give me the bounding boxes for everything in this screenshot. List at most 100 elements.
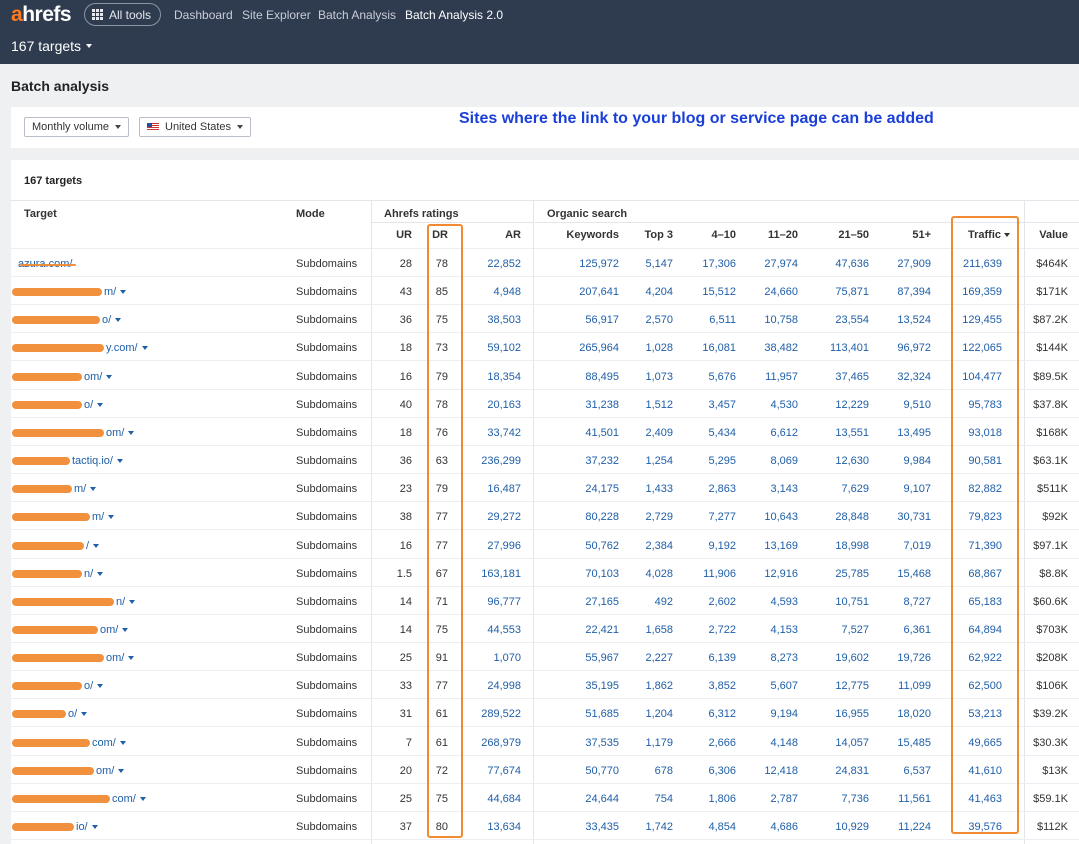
p21_50-cell[interactable]: 10,751 — [808, 595, 869, 609]
top3-cell[interactable]: 1,028 — [623, 341, 673, 355]
ar-cell[interactable]: 268,979 — [461, 736, 521, 750]
ar-cell[interactable]: 96,777 — [461, 595, 521, 609]
p4_10-cell[interactable]: 2,666 — [680, 736, 736, 750]
header-21-50[interactable]: 21–50 — [808, 229, 869, 241]
ahrefs-logo[interactable]: ahrefs — [11, 3, 72, 27]
p51-cell[interactable]: 7,019 — [880, 539, 931, 553]
ar-cell[interactable]: 24,998 — [461, 679, 521, 693]
p51-cell[interactable]: 27,909 — [880, 257, 931, 271]
header-top3[interactable]: Top 3 — [623, 229, 673, 241]
p11_20-cell[interactable]: 2,787 — [740, 792, 798, 806]
ar-cell[interactable]: 16,487 — [461, 482, 521, 496]
top3-cell[interactable]: 1,512 — [623, 398, 673, 412]
ar-cell[interactable]: 18,354 — [461, 370, 521, 384]
p51-cell[interactable]: 30,731 — [880, 510, 931, 524]
top3-cell[interactable]: 1,254 — [623, 454, 673, 468]
keywords-cell[interactable]: 55,967 — [550, 651, 619, 665]
p4_10-cell[interactable]: 6,312 — [680, 707, 736, 721]
p21_50-cell[interactable]: 23,554 — [808, 313, 869, 327]
ar-cell[interactable]: 33,742 — [461, 426, 521, 440]
keywords-cell[interactable]: 88,495 — [550, 370, 619, 384]
header-11-20[interactable]: 11–20 — [740, 229, 798, 241]
p11_20-cell[interactable]: 4,148 — [740, 736, 798, 750]
p51-cell[interactable]: 9,984 — [880, 454, 931, 468]
p21_50-cell[interactable]: 12,229 — [808, 398, 869, 412]
chevron-down-icon[interactable] — [119, 741, 126, 745]
top3-cell[interactable]: 2,227 — [623, 651, 673, 665]
ar-cell[interactable]: 13,634 — [461, 820, 521, 834]
p11_20-cell[interactable]: 13,169 — [740, 539, 798, 553]
p11_20-cell[interactable]: 10,758 — [740, 313, 798, 327]
chevron-down-icon[interactable] — [115, 318, 122, 322]
p21_50-cell[interactable]: 113,401 — [808, 341, 869, 355]
p21_50-cell[interactable]: 24,831 — [808, 764, 869, 778]
header-4-10[interactable]: 4–10 — [680, 229, 736, 241]
p21_50-cell[interactable]: 25,785 — [808, 567, 869, 581]
top3-cell[interactable]: 4,204 — [623, 285, 673, 299]
keywords-cell[interactable]: 51,685 — [550, 707, 619, 721]
p4_10-cell[interactable]: 3,852 — [680, 679, 736, 693]
p11_20-cell[interactable]: 3,143 — [740, 482, 798, 496]
ar-cell[interactable]: 163,181 — [461, 567, 521, 581]
keywords-cell[interactable]: 125,972 — [550, 257, 619, 271]
chevron-down-icon[interactable] — [108, 515, 115, 519]
p21_50-cell[interactable]: 14,057 — [808, 736, 869, 750]
ar-cell[interactable]: 38,503 — [461, 313, 521, 327]
p4_10-cell[interactable]: 6,306 — [680, 764, 736, 778]
ar-cell[interactable]: 4,948 — [461, 285, 521, 299]
chevron-down-icon[interactable] — [90, 487, 97, 491]
chevron-down-icon[interactable] — [91, 825, 98, 829]
p4_10-cell[interactable]: 7,277 — [680, 510, 736, 524]
p21_50-cell[interactable]: 13,551 — [808, 426, 869, 440]
keywords-cell[interactable]: 35,195 — [550, 679, 619, 693]
p51-cell[interactable]: 6,537 — [880, 764, 931, 778]
p11_20-cell[interactable]: 38,482 — [740, 341, 798, 355]
p11_20-cell[interactable]: 12,916 — [740, 567, 798, 581]
p4_10-cell[interactable]: 2,722 — [680, 623, 736, 637]
ar-cell[interactable]: 59,102 — [461, 341, 521, 355]
keywords-cell[interactable]: 56,917 — [550, 313, 619, 327]
p51-cell[interactable]: 96,972 — [880, 341, 931, 355]
p51-cell[interactable]: 11,224 — [880, 820, 931, 834]
top3-cell[interactable]: 1,179 — [623, 736, 673, 750]
top3-cell[interactable]: 492 — [623, 595, 673, 609]
p21_50-cell[interactable]: 28,848 — [808, 510, 869, 524]
top3-cell[interactable]: 1,862 — [623, 679, 673, 693]
p51-cell[interactable]: 11,561 — [880, 792, 931, 806]
top3-cell[interactable]: 2,570 — [623, 313, 673, 327]
monthly-volume-dropdown[interactable]: Monthly volume — [24, 117, 130, 137]
keywords-cell[interactable]: 80,228 — [550, 510, 619, 524]
p51-cell[interactable]: 9,510 — [880, 398, 931, 412]
ar-cell[interactable]: 44,684 — [461, 792, 521, 806]
p11_20-cell[interactable]: 4,153 — [740, 623, 798, 637]
chevron-down-icon[interactable] — [106, 375, 113, 379]
keywords-cell[interactable]: 24,175 — [550, 482, 619, 496]
p4_10-cell[interactable]: 6,511 — [680, 313, 736, 327]
chevron-down-icon[interactable] — [118, 769, 125, 773]
p4_10-cell[interactable]: 9,192 — [680, 539, 736, 553]
p4_10-cell[interactable]: 11,906 — [680, 567, 736, 581]
chevron-down-icon[interactable] — [93, 544, 100, 548]
p11_20-cell[interactable]: 4,686 — [740, 820, 798, 834]
nav-link-batch-analysis[interactable]: Batch Analysis — [318, 8, 396, 22]
keywords-cell[interactable]: 37,232 — [550, 454, 619, 468]
p4_10-cell[interactable]: 17,306 — [680, 257, 736, 271]
p51-cell[interactable]: 87,394 — [880, 285, 931, 299]
p4_10-cell[interactable]: 2,863 — [680, 482, 736, 496]
p4_10-cell[interactable]: 5,295 — [680, 454, 736, 468]
p21_50-cell[interactable]: 7,527 — [808, 623, 869, 637]
p21_50-cell[interactable]: 7,736 — [808, 792, 869, 806]
nav-link-dashboard[interactable]: Dashboard — [174, 8, 233, 22]
keywords-cell[interactable]: 50,762 — [550, 539, 619, 553]
p11_20-cell[interactable]: 4,530 — [740, 398, 798, 412]
keywords-cell[interactable]: 31,238 — [550, 398, 619, 412]
chevron-down-icon[interactable] — [116, 459, 123, 463]
keywords-cell[interactable]: 22,421 — [550, 623, 619, 637]
all-tools-button[interactable]: All tools — [84, 3, 162, 26]
p11_20-cell[interactable]: 27,974 — [740, 257, 798, 271]
p21_50-cell[interactable]: 75,871 — [808, 285, 869, 299]
keywords-cell[interactable]: 265,964 — [550, 341, 619, 355]
p4_10-cell[interactable]: 3,457 — [680, 398, 736, 412]
keywords-cell[interactable]: 70,103 — [550, 567, 619, 581]
p21_50-cell[interactable]: 7,629 — [808, 482, 869, 496]
